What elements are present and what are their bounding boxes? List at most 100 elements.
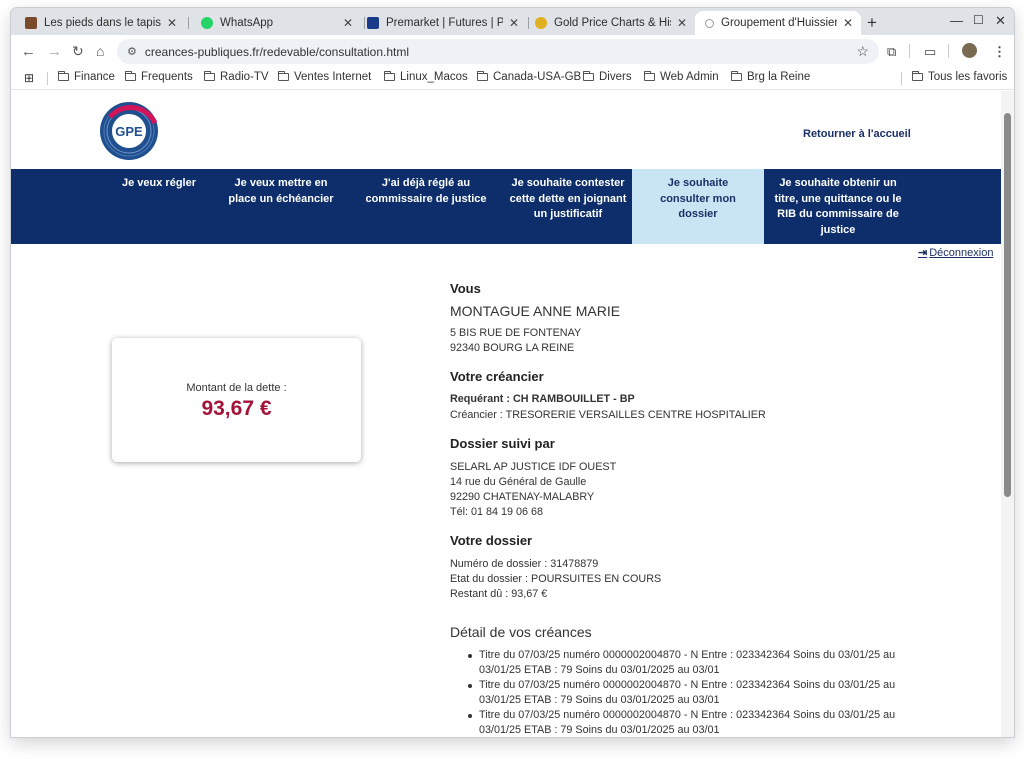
- bookmark-divider: [47, 72, 48, 85]
- logout-icon: ⇥: [918, 247, 928, 259]
- url-text: creances-publiques.fr/redevable/consulta…: [144, 44, 410, 59]
- main-menu: Je veux régler Je veux mettre en place u…: [11, 169, 1001, 244]
- reading-list-icon[interactable]: ▭: [924, 44, 936, 60]
- logout-link[interactable]: ⇥ Déconnexion: [918, 246, 994, 260]
- bookmark-label: Canada-USA-GB: [493, 71, 582, 83]
- browser-window: Les pieds dans le tapis | c ✕ WhatsApp ✕…: [11, 8, 1014, 737]
- maximize-icon[interactable]: ☐: [973, 13, 984, 27]
- bookmark-label: Brg la Reine: [747, 71, 811, 83]
- profile-avatar[interactable]: [962, 43, 977, 58]
- logo-text: GPE: [115, 124, 143, 139]
- bookmark-label: Ventes Internet: [294, 71, 372, 83]
- menu-dots-icon[interactable]: ⋮: [993, 44, 1006, 60]
- tab-close-icon[interactable]: ✕: [509, 16, 519, 30]
- forward-icon[interactable]: →: [47, 43, 62, 60]
- back-icon[interactable]: ←: [21, 43, 36, 60]
- menu-deja-regle[interactable]: J'ai déjà réglé au commissaire de justic…: [361, 169, 491, 244]
- reload-icon[interactable]: ↻: [72, 43, 84, 60]
- tab-close-icon[interactable]: ✕: [843, 16, 853, 30]
- dossier-number: Numéro de dossier : 31478879: [450, 558, 599, 570]
- apps-grid-icon[interactable]: ⊞: [24, 71, 34, 85]
- home-icon[interactable]: ⌂: [96, 43, 104, 59]
- bookmark-frequents[interactable]: Frequents: [124, 70, 193, 83]
- folder-icon: [383, 70, 395, 81]
- folder-icon: [643, 70, 655, 81]
- dossier-status: Etat du dossier : POURSUITES EN COURS: [450, 573, 662, 585]
- extensions-icon[interactable]: ⧉: [887, 44, 896, 60]
- tab-close-icon[interactable]: ✕: [167, 16, 177, 30]
- creancier-heading: Votre créancier: [450, 369, 544, 384]
- logout-label: Déconnexion: [929, 246, 994, 259]
- tab-favicon-icon: [367, 17, 379, 29]
- tab-strip: Les pieds dans le tapis | c ✕ WhatsApp ✕…: [11, 8, 1014, 35]
- bookmark-linux-macos[interactable]: Linux_Macos: [383, 70, 468, 83]
- new-tab-icon[interactable]: +: [867, 13, 877, 33]
- address-bar[interactable]: ⚙ creances-publiques.fr/redevable/consul…: [117, 39, 879, 64]
- folder-icon: [124, 70, 136, 81]
- toolbar-divider: [909, 44, 910, 58]
- gpe-logo[interactable]: GPE: [97, 99, 161, 163]
- scrollbar-thumb[interactable]: [1004, 113, 1011, 497]
- bookmark-ventes-internet[interactable]: Ventes Internet: [277, 70, 372, 83]
- debt-label: Montant de la dette :: [186, 382, 287, 394]
- tab-favicon-icon: [535, 17, 547, 29]
- office-street: 14 rue du Général de Gaulle: [450, 476, 587, 488]
- home-link[interactable]: Retourner à l'accueil: [803, 128, 911, 140]
- page-scrollbar[interactable]: [1001, 91, 1014, 737]
- tab-favicon-icon: [25, 17, 37, 29]
- tab-gold[interactable]: Gold Price Charts & Histo ✕: [525, 11, 695, 35]
- minimize-icon[interactable]: —: [950, 13, 963, 28]
- folder-icon: [476, 70, 488, 81]
- tab-groupement-active[interactable]: Groupement d'Huissiers ✕: [695, 11, 861, 35]
- list-item: Titre du 07/03/25 numéro 0000002004870 -…: [467, 648, 897, 678]
- bookmarks-bar: ⊞ Finance Frequents Radio-TV Ventes Inte…: [11, 67, 1014, 90]
- tab-close-icon[interactable]: ✕: [343, 16, 353, 30]
- details-heading: Détail de vos créances: [450, 624, 592, 640]
- bookmark-label: Divers: [599, 71, 632, 83]
- creances-list: Titre du 07/03/25 numéro 0000002004870 -…: [467, 648, 897, 737]
- menu-obtenir-titre[interactable]: Je souhaite obtenir un titre, une quitta…: [773, 169, 903, 244]
- all-bookmarks[interactable]: Tous les favoris: [911, 70, 1007, 83]
- tab-les-pieds[interactable]: Les pieds dans le tapis | c ✕: [15, 11, 185, 35]
- page-content: GPE Retourner à l'accueil Je veux régler…: [11, 91, 1001, 737]
- folder-icon: [203, 70, 215, 81]
- list-item: Titre du 07/03/25 numéro 0000002004870 -…: [467, 708, 897, 737]
- menu-echeancier[interactable]: Je veux mettre en place un échéancier: [219, 169, 343, 244]
- bookmark-finance[interactable]: Finance: [57, 70, 115, 83]
- bookmark-canada-usa-gb[interactable]: Canada-USA-GB: [476, 70, 582, 83]
- menu-contester[interactable]: Je souhaite contester cette dette en joi…: [507, 169, 629, 244]
- toolbar-divider: [948, 44, 949, 58]
- close-window-icon[interactable]: ✕: [995, 13, 1006, 29]
- bookmark-radio-tv[interactable]: Radio-TV: [203, 70, 269, 83]
- tab-separator: [188, 17, 189, 29]
- bookmark-web-admin[interactable]: Web Admin: [643, 70, 719, 83]
- creancier: Créancier : TRESORERIE VERSAILLES CENTRE…: [450, 409, 766, 421]
- folder-icon: [911, 70, 923, 81]
- bookmark-label: Finance: [74, 71, 115, 83]
- bookmark-star-icon[interactable]: ☆: [856, 43, 869, 60]
- folder-icon: [582, 70, 594, 81]
- menu-regler[interactable]: Je veux régler: [111, 169, 207, 244]
- vous-heading: Vous: [450, 281, 481, 296]
- bookmark-divider: [901, 72, 902, 85]
- site-header: GPE Retourner à l'accueil: [11, 91, 1001, 160]
- folder-icon: [57, 70, 69, 81]
- menu-consulter-dossier[interactable]: Je souhaite consulter mon dossier: [632, 169, 764, 244]
- office-phone: Tél: 01 84 19 06 68: [450, 506, 544, 518]
- site-settings-icon[interactable]: ⚙: [127, 45, 137, 58]
- tab-whatsapp[interactable]: WhatsApp ✕: [191, 11, 361, 35]
- office-name: SELARL AP JUSTICE IDF OUEST: [450, 461, 617, 473]
- tab-title: Groupement d'Huissiers: [721, 17, 837, 29]
- tab-close-icon[interactable]: ✕: [677, 16, 687, 30]
- debt-card: Montant de la dette : 93,67 €: [112, 338, 361, 462]
- tab-premarket[interactable]: Premarket | Futures | Pre ✕: [357, 11, 527, 35]
- requerant: Requérant : CH RAMBOUILLET - BP: [450, 393, 635, 405]
- office-city: 92290 CHATENAY-MALABRY: [450, 491, 595, 503]
- browser-toolbar: ← → ↻ ⌂ ⚙ creances-publiques.fr/redevabl…: [11, 35, 1014, 67]
- tab-title: Premarket | Futures | Pre: [386, 17, 503, 29]
- bookmark-divers[interactable]: Divers: [582, 70, 632, 83]
- list-item: Titre du 07/03/25 numéro 0000002004870 -…: [467, 678, 897, 708]
- tab-title: Les pieds dans le tapis | c: [44, 17, 161, 29]
- folder-icon: [730, 70, 742, 81]
- bookmark-brg-la-reine[interactable]: Brg la Reine: [730, 70, 811, 83]
